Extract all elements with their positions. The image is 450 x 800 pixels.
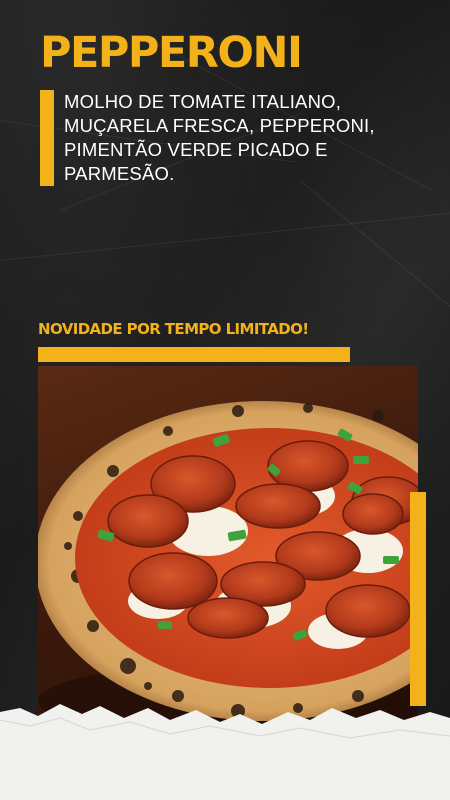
product-title: PEPPERONI bbox=[40, 28, 303, 78]
side-accent-bar bbox=[410, 492, 426, 706]
description-accent-bar bbox=[40, 90, 54, 186]
paper-crease bbox=[0, 211, 450, 261]
torn-paper-edge bbox=[0, 704, 450, 800]
promo-banner-text: NOVIDADE POR TEMPO LIMITADO! bbox=[38, 320, 309, 338]
product-description: MOLHO DE TOMATE ITALIANO, MUÇARELA FRESC… bbox=[64, 91, 375, 184]
promo-underline-bar bbox=[38, 347, 350, 362]
pizza-illustration bbox=[38, 401, 418, 741]
paper-crease bbox=[299, 180, 450, 310]
pizza-photo bbox=[38, 366, 418, 746]
